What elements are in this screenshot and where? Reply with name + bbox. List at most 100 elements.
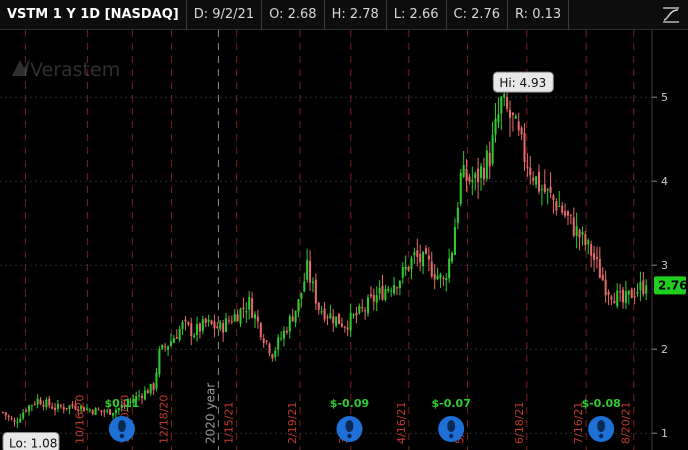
date-label: 4/16/21 bbox=[395, 402, 408, 444]
price-tick-label: 3 bbox=[661, 259, 668, 272]
candle-body bbox=[288, 316, 291, 332]
candle-body bbox=[280, 338, 283, 340]
candle-body bbox=[413, 252, 416, 256]
candle-body bbox=[45, 399, 48, 408]
candle-body bbox=[578, 229, 581, 238]
candle-body bbox=[65, 407, 68, 409]
candle-body bbox=[285, 330, 288, 333]
candle-body bbox=[178, 328, 181, 340]
year-label: 2020 year bbox=[203, 383, 217, 444]
candle-body bbox=[639, 282, 642, 291]
dividend-label: $-0.08 bbox=[581, 397, 620, 410]
chart-style-icon[interactable] bbox=[662, 6, 680, 24]
candle-body bbox=[196, 324, 199, 336]
candle-body bbox=[207, 319, 210, 322]
candle-body bbox=[1, 412, 4, 414]
date-label: 8/20/21 bbox=[620, 402, 633, 444]
candle-body bbox=[419, 254, 422, 263]
dividend-label: $-0.09 bbox=[330, 397, 369, 410]
candle-body bbox=[106, 410, 109, 412]
last-price-tag: 2.76 bbox=[654, 276, 688, 295]
candle-body bbox=[100, 410, 103, 412]
symbol-label[interactable]: VSTM 1 Y 1D [NASDAQ] bbox=[0, 0, 187, 30]
candle-body bbox=[610, 296, 613, 300]
candle-body bbox=[54, 407, 57, 411]
candle-body bbox=[338, 313, 341, 324]
candle-body bbox=[213, 321, 216, 329]
candle-body bbox=[494, 118, 497, 135]
candle-body bbox=[398, 281, 401, 288]
candle-body bbox=[451, 252, 454, 262]
candle-body bbox=[572, 217, 575, 236]
date-label: 1/15/21 bbox=[223, 402, 236, 444]
candle-body bbox=[155, 372, 158, 389]
candle-body bbox=[485, 150, 488, 179]
earnings-event-mark bbox=[345, 420, 354, 432]
candle-body bbox=[590, 244, 593, 256]
candle-body bbox=[491, 134, 494, 164]
last-price-label: 2.76 bbox=[658, 278, 688, 292]
earnings-event-mark bbox=[448, 433, 454, 439]
candle-body bbox=[477, 168, 480, 183]
watermark-text: Verastem bbox=[30, 59, 120, 81]
candle-body bbox=[480, 166, 483, 178]
candle-body bbox=[251, 298, 254, 318]
candle-body bbox=[604, 279, 607, 296]
candle-body bbox=[355, 312, 358, 316]
lo-bubble: Lo: 1.08 bbox=[2, 431, 60, 450]
candle-body bbox=[42, 404, 45, 407]
candle-body bbox=[311, 281, 314, 284]
candle-body bbox=[187, 321, 190, 325]
date-label: 12/18/20 bbox=[157, 395, 170, 444]
candle-body bbox=[167, 346, 170, 350]
candle-body bbox=[225, 318, 228, 332]
candle-body bbox=[503, 94, 506, 98]
candle-body bbox=[91, 410, 94, 414]
candle-body bbox=[566, 211, 569, 216]
candle-body bbox=[59, 405, 62, 407]
candle-body bbox=[462, 165, 465, 177]
candle-body bbox=[340, 323, 343, 327]
earnings-event-mark bbox=[598, 433, 604, 439]
earnings-event-mark bbox=[597, 420, 606, 432]
close-readout: C: 2.76 bbox=[447, 0, 509, 30]
candle-body bbox=[56, 403, 59, 409]
candle-body bbox=[239, 308, 242, 324]
dividend-label: $-0.07 bbox=[432, 397, 471, 410]
candle-body bbox=[459, 172, 462, 204]
candle-body bbox=[303, 281, 306, 292]
candle-body bbox=[465, 168, 468, 181]
candle-body bbox=[36, 398, 39, 405]
candle-body bbox=[320, 311, 323, 313]
candle-body bbox=[274, 350, 277, 357]
price-tick-label: 5 bbox=[661, 91, 668, 104]
candle-body bbox=[474, 173, 477, 179]
candle-body bbox=[88, 409, 91, 411]
candle-body bbox=[433, 274, 436, 280]
candle-body bbox=[300, 292, 303, 299]
candle-body bbox=[245, 311, 248, 313]
candle-body bbox=[219, 322, 222, 330]
price-chart[interactable]: Verastem 9/10/16/2011/20/2012/18/201/15/… bbox=[0, 30, 688, 450]
candle-body bbox=[323, 308, 326, 320]
candle-body bbox=[448, 258, 451, 279]
earnings-event-mark bbox=[447, 420, 456, 432]
candle-body bbox=[558, 206, 561, 208]
candle-body bbox=[526, 166, 529, 169]
candle-body bbox=[497, 114, 500, 123]
candle-body bbox=[111, 412, 115, 416]
candle-body bbox=[210, 320, 213, 324]
candle-body bbox=[430, 261, 433, 277]
earnings-event-mark bbox=[119, 433, 125, 439]
candle-body bbox=[555, 201, 558, 211]
candle-body bbox=[584, 233, 587, 246]
candle-body bbox=[13, 420, 16, 422]
candle-body bbox=[4, 412, 7, 416]
candle-body bbox=[222, 323, 225, 333]
candle-body bbox=[517, 121, 520, 131]
candle-body bbox=[346, 327, 349, 330]
candle-body bbox=[636, 291, 639, 294]
candle-body bbox=[30, 405, 33, 407]
candles bbox=[1, 77, 648, 428]
price-tick-label: 1 bbox=[661, 427, 668, 440]
